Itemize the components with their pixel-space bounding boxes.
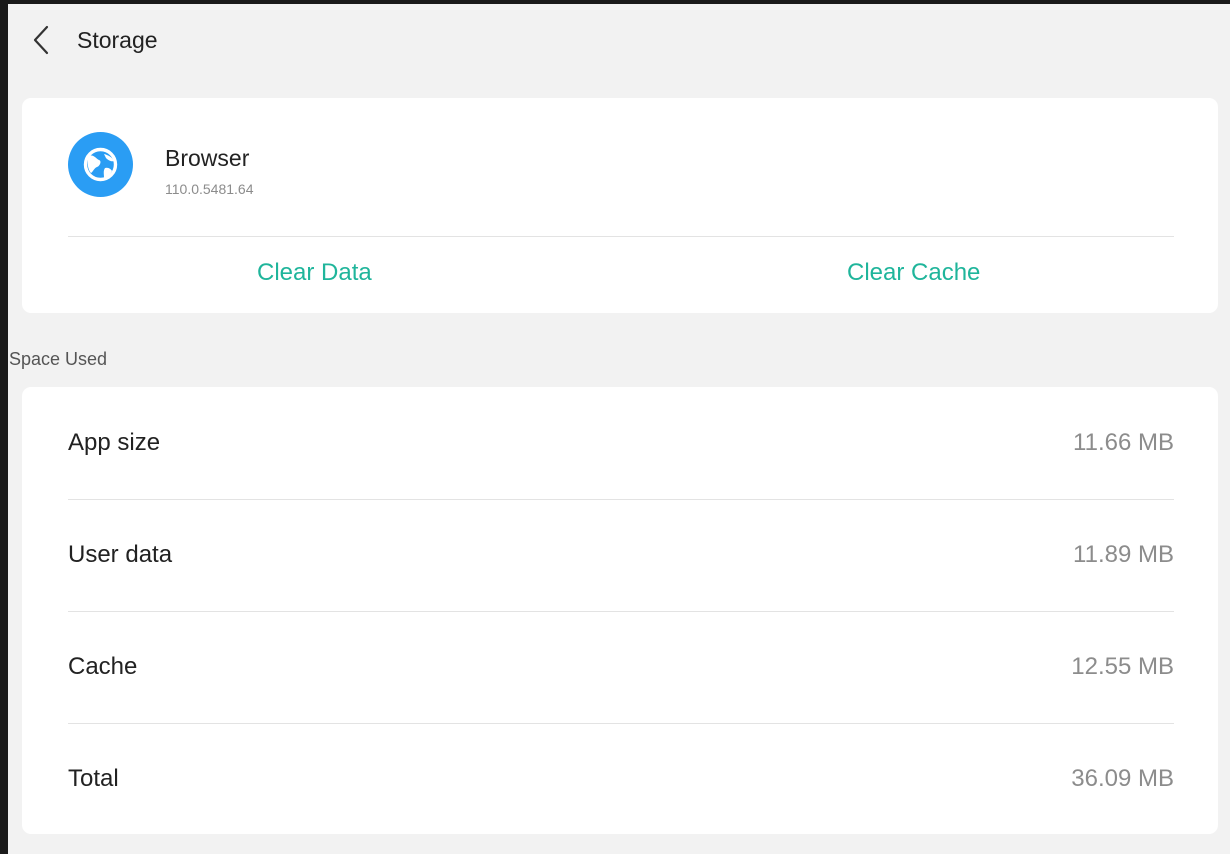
space-used-card: App size 11.66 MB User data 11.89 MB Cac… <box>22 387 1218 834</box>
storage-row-user-data: User data 11.89 MB <box>68 499 1174 611</box>
clear-cache-button[interactable]: Clear Cache <box>847 258 980 288</box>
divider <box>68 236 1174 237</box>
row-label: Total <box>68 765 119 792</box>
storage-row-app-size: App size 11.66 MB <box>68 387 1174 499</box>
app-name: Browser <box>165 145 250 171</box>
clear-data-button[interactable]: Clear Data <box>257 258 372 288</box>
app-version: 110.0.5481.64 <box>165 181 254 197</box>
row-value: 36.09 MB <box>1071 765 1174 792</box>
storage-row-total: Total 36.09 MB <box>68 723 1174 835</box>
row-value: 11.66 MB <box>1073 429 1174 456</box>
row-label: User data <box>68 541 173 568</box>
app-info-card: Browser 110.0.5481.64 Clear Data Clear C… <box>22 98 1218 313</box>
section-heading-space-used: Space Used <box>9 349 108 369</box>
row-value: 12.55 MB <box>1071 653 1174 680</box>
top-bar: Storage <box>8 4 1230 76</box>
row-value: 11.89 MB <box>1073 541 1174 568</box>
chevron-left-icon <box>28 24 58 56</box>
storage-screen: Storage Browser 110.0.5481.64 Clear Data… <box>8 4 1230 854</box>
back-button[interactable] <box>28 24 58 56</box>
page-title: Storage <box>77 27 158 53</box>
globe-icon <box>68 132 133 197</box>
row-label: Cache <box>68 653 138 680</box>
storage-row-cache: Cache 12.55 MB <box>68 611 1174 723</box>
row-label: App size <box>68 429 161 456</box>
